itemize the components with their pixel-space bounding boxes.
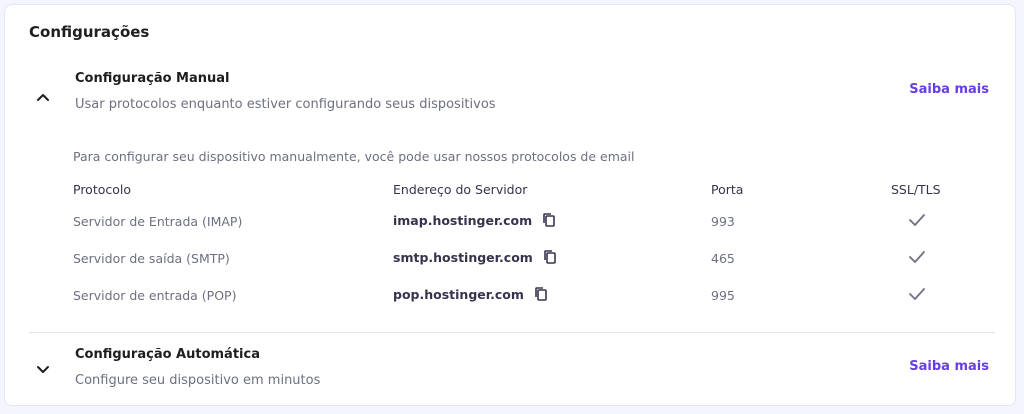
- row-imap-server: imap.hostinger.com: [393, 212, 556, 228]
- row-pop-server: pop.hostinger.com: [393, 286, 548, 302]
- configurations-card: Configurações Configuração Manual Usar p…: [4, 4, 1016, 406]
- section-divider: [29, 332, 995, 333]
- row-pop-port: 995: [711, 288, 735, 303]
- manual-collapse-toggle[interactable]: [29, 83, 57, 111]
- row-imap-protocol: Servidor de Entrada (IMAP): [73, 214, 243, 229]
- manual-section-title: Configuração Manual: [75, 71, 230, 86]
- page-title: Configurações: [29, 23, 150, 41]
- copy-icon[interactable]: [534, 286, 548, 302]
- row-pop-protocol: Servidor de entrada (POP): [73, 288, 237, 303]
- row-imap-port: 993: [711, 214, 735, 229]
- automatic-section-title: Configuração Automática: [75, 347, 260, 362]
- copy-icon[interactable]: [543, 249, 557, 265]
- chevron-up-icon: [37, 94, 49, 101]
- server-address: pop.hostinger.com: [393, 286, 524, 302]
- copy-icon[interactable]: [542, 212, 556, 228]
- automatic-learn-more-link[interactable]: Saiba mais: [909, 359, 989, 374]
- row-smtp-protocol: Servidor de saída (SMTP): [73, 251, 230, 266]
- check-icon: [909, 214, 925, 226]
- check-icon: [909, 251, 925, 263]
- automatic-section-subtitle: Configure seu dispositivo em minutos: [75, 373, 321, 388]
- check-icon: [909, 288, 925, 300]
- manual-intro-text: Para configurar seu dispositivo manualme…: [73, 149, 635, 164]
- column-header-server: Endereço do Servidor: [393, 182, 528, 197]
- column-header-port: Porta: [711, 182, 744, 197]
- server-address: smtp.hostinger.com: [393, 249, 533, 265]
- column-header-ssl: SSL/TLS: [891, 182, 941, 197]
- chevron-down-icon: [37, 366, 49, 373]
- row-smtp-server: smtp.hostinger.com: [393, 249, 557, 265]
- column-header-protocol: Protocolo: [73, 182, 132, 197]
- manual-section-subtitle: Usar protocolos enquanto estiver configu…: [75, 97, 496, 112]
- automatic-expand-toggle[interactable]: [29, 356, 57, 384]
- row-smtp-port: 465: [711, 251, 735, 266]
- manual-learn-more-link[interactable]: Saiba mais: [909, 82, 989, 97]
- server-address: imap.hostinger.com: [393, 212, 533, 228]
